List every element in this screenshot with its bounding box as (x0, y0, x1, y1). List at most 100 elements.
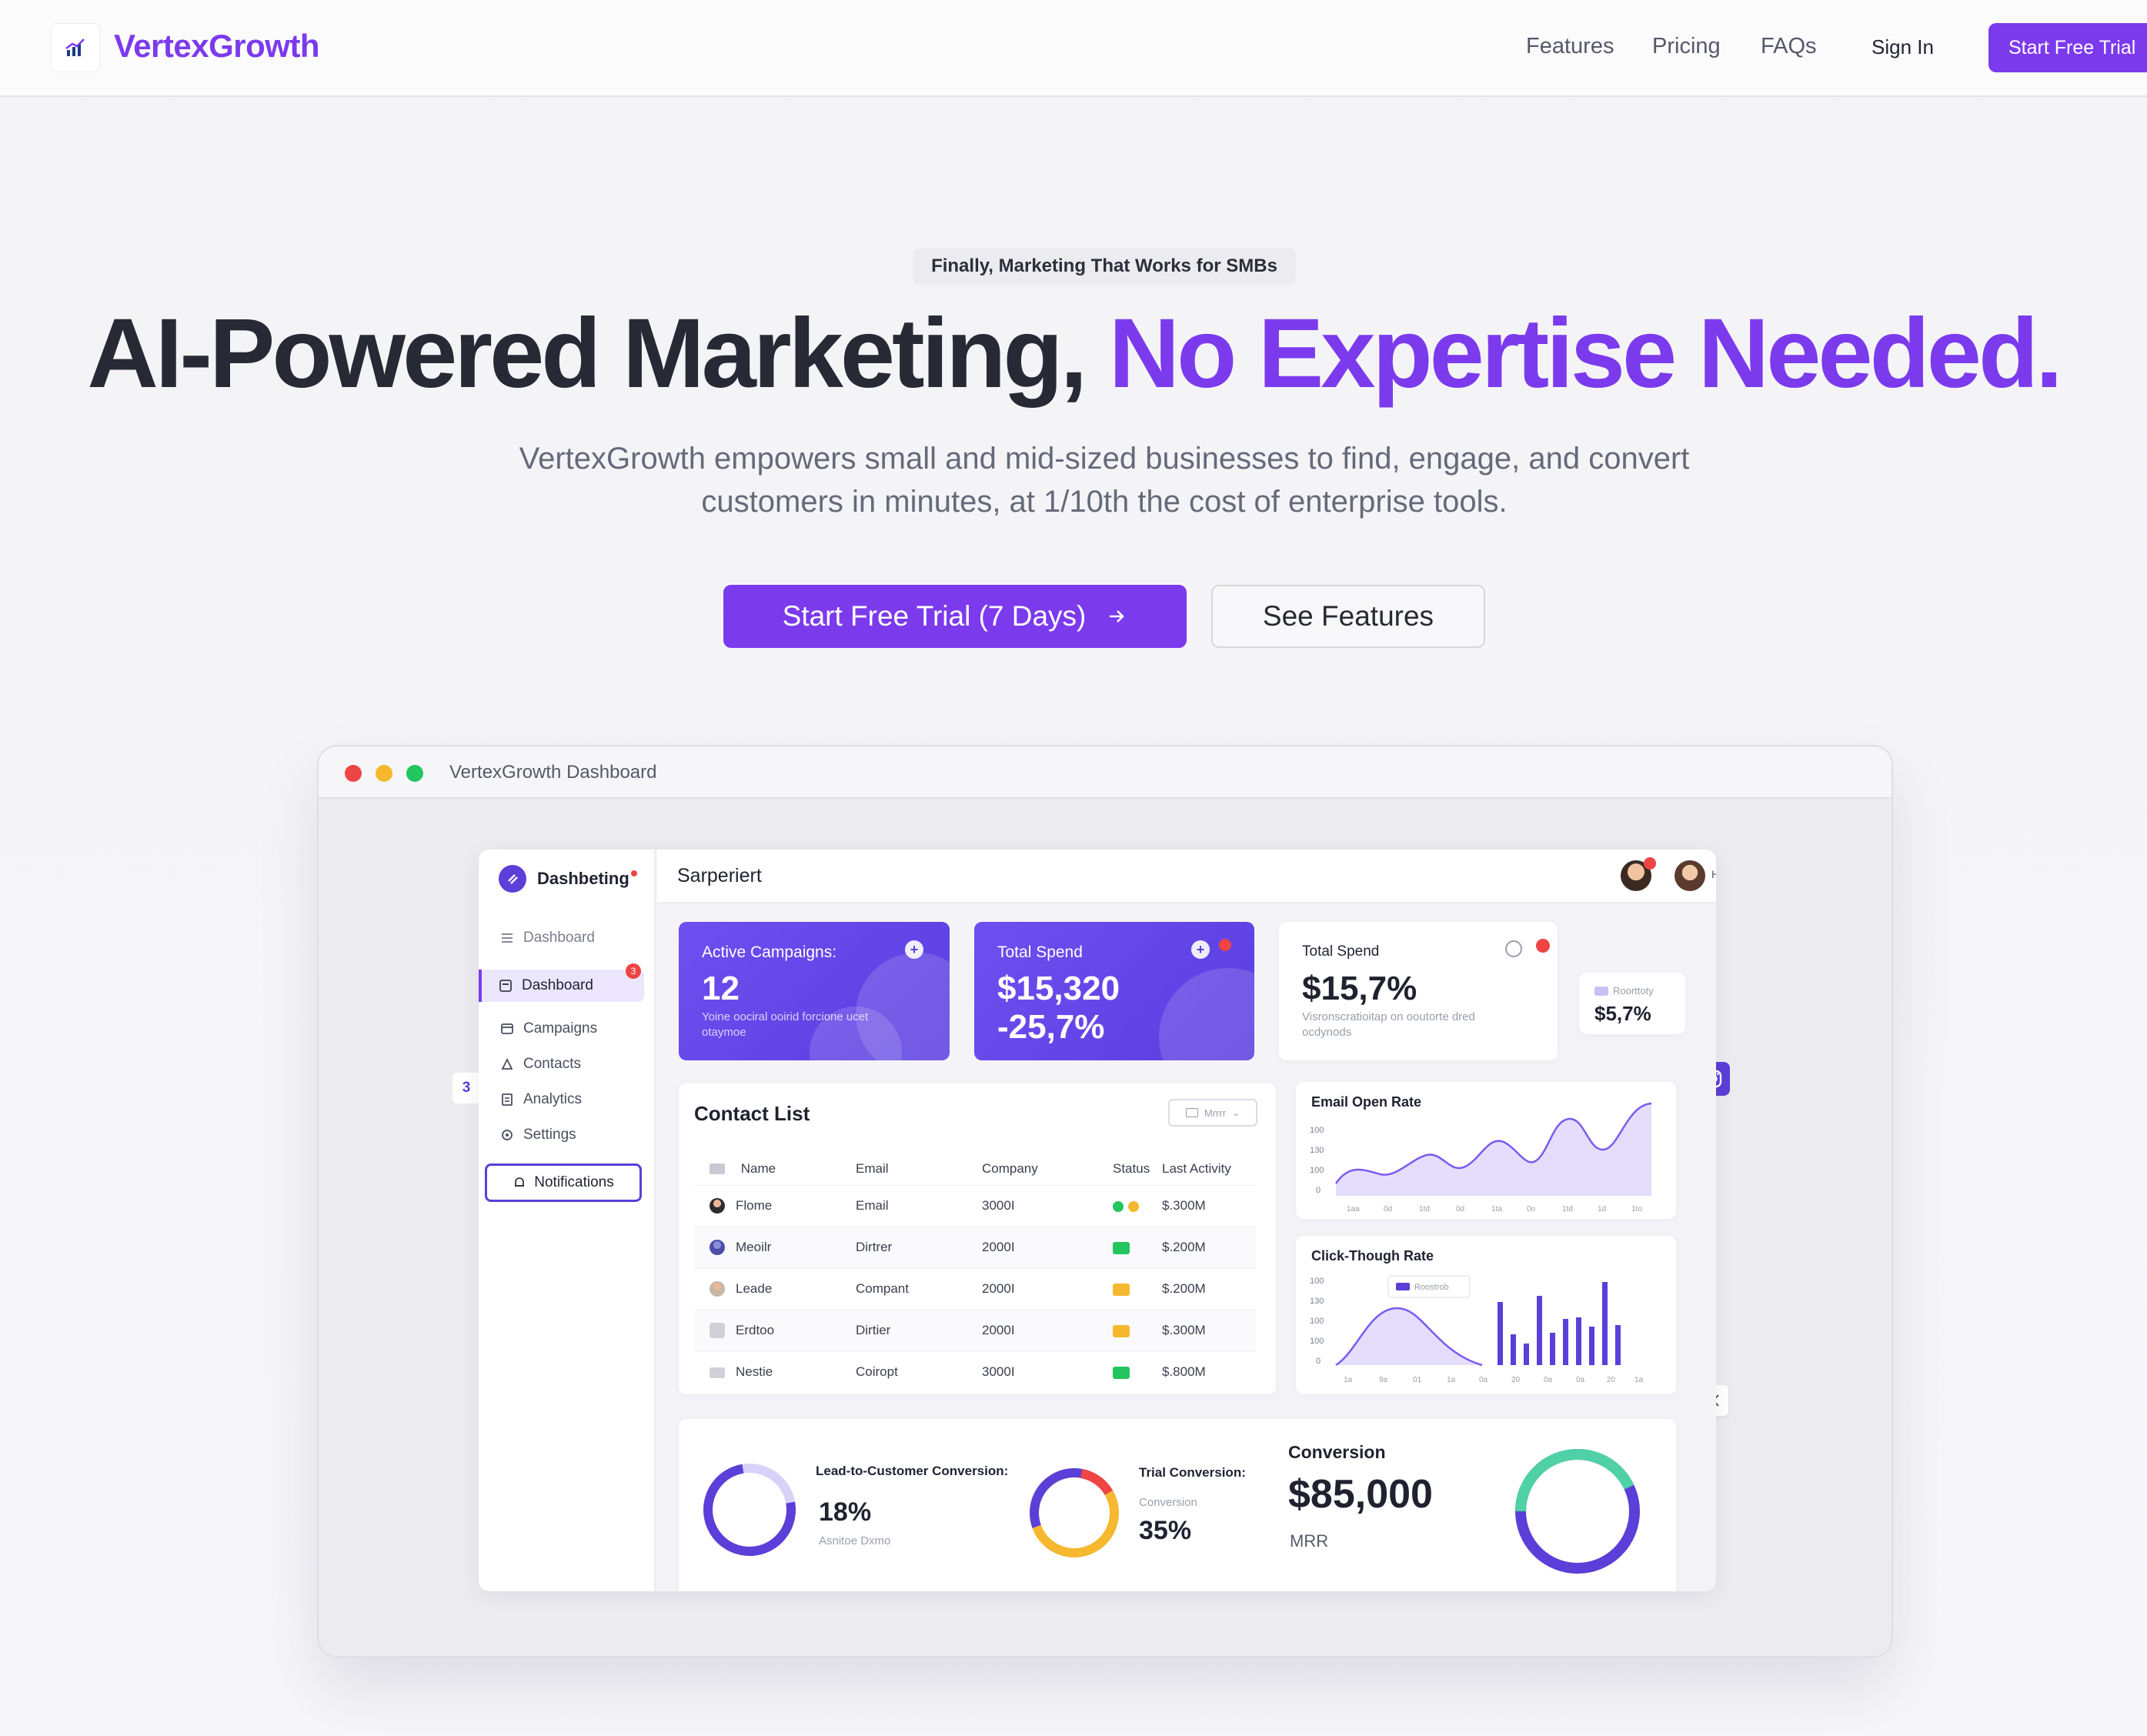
x-tick: 1td (1419, 1205, 1430, 1214)
x-tick: 1d (1598, 1205, 1606, 1214)
column-header[interactable]: Status (1113, 1153, 1162, 1185)
bar (1550, 1333, 1555, 1365)
click-through-rate-card[interactable]: Click-Though Rate 100 130 100 100 0 Roos… (1296, 1236, 1676, 1394)
table-row[interactable]: Nestie Coiropt 3000I $.800M (694, 1350, 1256, 1393)
sign-in-link[interactable]: Sign In (1872, 35, 1934, 59)
start-trial-button[interactable]: Start Free Trial (7 Days) (723, 585, 1187, 648)
table-row[interactable]: Erdtoo Dirtier 2000I $.300M (694, 1309, 1256, 1351)
bar (1576, 1317, 1581, 1365)
kpi-total-spend-percent[interactable]: Total Spend $15,7% Visronscratioitap on … (1279, 922, 1558, 1060)
lead-conversion-sub: Asnitoe Dxmo (819, 1534, 891, 1547)
sidebar-item-label: Dashboard (522, 977, 593, 993)
contact-activity: $.300M (1162, 1309, 1256, 1351)
kpi-total-spend[interactable]: Total Spend $15,320 -25,7% + (974, 922, 1254, 1060)
dashboard-preview-window: VertexGrowth Dashboard 3 Dashbeting Dash… (317, 745, 1893, 1658)
bell-icon (515, 1177, 525, 1187)
app-topbar: Sarperiert Hi (657, 850, 1716, 903)
alert-badge (1536, 939, 1550, 953)
click-through-rate-chart: 100 130 100 100 0 Roostrob 1a 9a 01 1a 0… (1310, 1275, 1644, 1384)
nav-features-link[interactable]: Features (1526, 34, 1614, 59)
contacts-icon (501, 1057, 513, 1070)
app-sidebar: Dashbeting Dashboard Dashboard 3 Campaig… (479, 850, 656, 1591)
contact-name: Leade (736, 1280, 773, 1296)
mail-icon (1185, 1108, 1198, 1117)
app-logo[interactable]: Dashbeting (499, 865, 637, 893)
notifications-button[interactable]: Notifications (485, 1163, 642, 1202)
contact-company: 3000I (982, 1184, 1113, 1227)
start-trial-label: Start Free Trial (7 Days) (782, 600, 1087, 632)
avatar-notification-badge (1644, 857, 1656, 870)
status-dot-icon (1113, 1200, 1124, 1212)
x-tick: 1td (1562, 1205, 1573, 1214)
nav-pricing-link[interactable]: Pricing (1652, 34, 1721, 59)
plus-circle-icon[interactable]: + (1191, 940, 1210, 959)
contact-email: Email (856, 1184, 982, 1227)
hero-headline: AI-Powered Marketing, No Expertise Neede… (0, 297, 2147, 410)
plus-circle-icon[interactable]: + (905, 940, 923, 959)
mrr-sub: MRR (1290, 1531, 1329, 1551)
side-tab[interactable]: 3 (452, 1073, 480, 1103)
sidebar-item-campaigns[interactable]: Campaigns (494, 1013, 648, 1045)
table-header-row: Name Email Company Status Last Activity (694, 1153, 1256, 1185)
topbar-user-label[interactable]: Hi (1711, 868, 1716, 880)
sidebar-item-analytics[interactable]: Analytics (494, 1083, 648, 1116)
lead-conversion-label: Lead-to-Customer Conversion: (816, 1464, 1009, 1478)
minimize-dot-icon (376, 765, 392, 782)
table-row[interactable]: Flome Email 3000I $.300M (694, 1184, 1256, 1227)
brand-logo[interactable] (51, 23, 100, 72)
legend-swatch (1396, 1283, 1410, 1290)
nav-faqs-link[interactable]: FAQs (1761, 34, 1817, 59)
mini-card-label-text: Roorttoty (1613, 985, 1654, 997)
contact-email: Coiropt (856, 1350, 982, 1393)
kpi-active-campaigns[interactable]: Active Campaigns: 12 Yoine oociral ooiri… (679, 922, 950, 1060)
growth-chart-icon (65, 38, 85, 56)
column-header[interactable]: Email (856, 1153, 982, 1185)
contact-activity: $.300M (1162, 1184, 1256, 1227)
contact-filter-dropdown[interactable]: Mrrrr ⌄ (1168, 1099, 1257, 1127)
column-header[interactable]: Name (694, 1153, 856, 1185)
x-tick: 1aa (1347, 1205, 1360, 1214)
status-mail-icon (1113, 1324, 1130, 1337)
y-tick: 100 (1310, 1317, 1324, 1326)
mini-card-label: Roorttoty (1594, 985, 1654, 997)
email-open-rate-card[interactable]: Email Open Rate 100 130 100 0 1aa 0d 1td… (1296, 1082, 1676, 1219)
brand-name[interactable]: VertexGrowth (114, 28, 320, 65)
headline-accent: No Expertise Needed. (1108, 299, 2063, 409)
contact-avatar (710, 1198, 725, 1214)
sidebar-header[interactable]: Dashboard (494, 922, 648, 954)
table-row[interactable]: Leade Compant 2000I $.200M (694, 1267, 1256, 1310)
nav-start-trial-button[interactable]: Start Free Trial (1988, 23, 2147, 72)
maximize-dot-icon (406, 765, 423, 782)
contact-status (1113, 1184, 1162, 1227)
table-row[interactable]: Meoilr Dirtrer 2000I $.200M (694, 1226, 1256, 1268)
contact-activity: $.200M (1162, 1267, 1256, 1310)
kpi-label: Active Campaigns: (702, 943, 837, 961)
contact-name: Meoilr (736, 1239, 772, 1254)
see-features-button[interactable]: See Features (1211, 585, 1485, 648)
x-tick: 0a (1576, 1376, 1585, 1384)
contact-avatar (710, 1323, 725, 1339)
user-avatar[interactable] (1675, 860, 1705, 891)
sidebar-item-dashboard[interactable]: Dashboard 3 (479, 963, 644, 1002)
column-header[interactable]: Last Activity (1162, 1153, 1256, 1185)
mrr-ring (1515, 1449, 1640, 1574)
app-logo-icon (499, 865, 526, 893)
status-mail-icon (1113, 1366, 1130, 1379)
kpi-mini-card[interactable]: Roorttoty $5,7% (1579, 973, 1685, 1034)
y-tick: 100 (1310, 1277, 1324, 1286)
alert-badge (1219, 939, 1231, 951)
x-tick: 1a (1634, 1376, 1644, 1384)
gear-icon (502, 1130, 513, 1140)
info-circle-icon[interactable] (1505, 940, 1522, 957)
x-tick: 0d (1456, 1205, 1464, 1214)
sidebar-item-contacts[interactable]: Contacts (494, 1048, 648, 1080)
status-mail-icon (1113, 1241, 1130, 1254)
hero-subline: VertexGrowth empowers small and mid-size… (519, 442, 1690, 519)
contact-activity: $.800M (1162, 1350, 1256, 1393)
y-tick: 0 (1316, 1357, 1321, 1366)
sidebar-item-settings[interactable]: Settings (494, 1119, 648, 1151)
hero-badge: Finally, Marketing That Works for SMBs (913, 248, 1296, 285)
column-header[interactable]: Company (982, 1153, 1113, 1185)
contact-avatar (710, 1367, 725, 1378)
kpi-value: $15,320 (997, 970, 1120, 1007)
